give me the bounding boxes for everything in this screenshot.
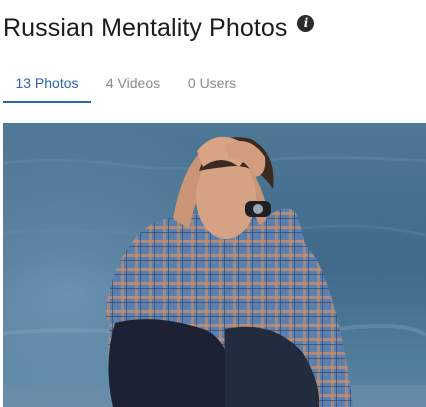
- photo-thumbnail[interactable]: [3, 123, 426, 407]
- media-tabs: 13 Photos 4 Videos 0 Users: [3, 62, 423, 103]
- photo-image: [3, 123, 426, 407]
- tab-users[interactable]: 0 Users: [175, 62, 249, 103]
- page-title: Russian Mentality Photos: [3, 13, 288, 42]
- page-header: Russian Mentality Photos i: [3, 10, 315, 46]
- tab-photos[interactable]: 13 Photos: [3, 62, 91, 103]
- info-icon[interactable]: i: [297, 14, 315, 32]
- tab-videos[interactable]: 4 Videos: [91, 62, 175, 103]
